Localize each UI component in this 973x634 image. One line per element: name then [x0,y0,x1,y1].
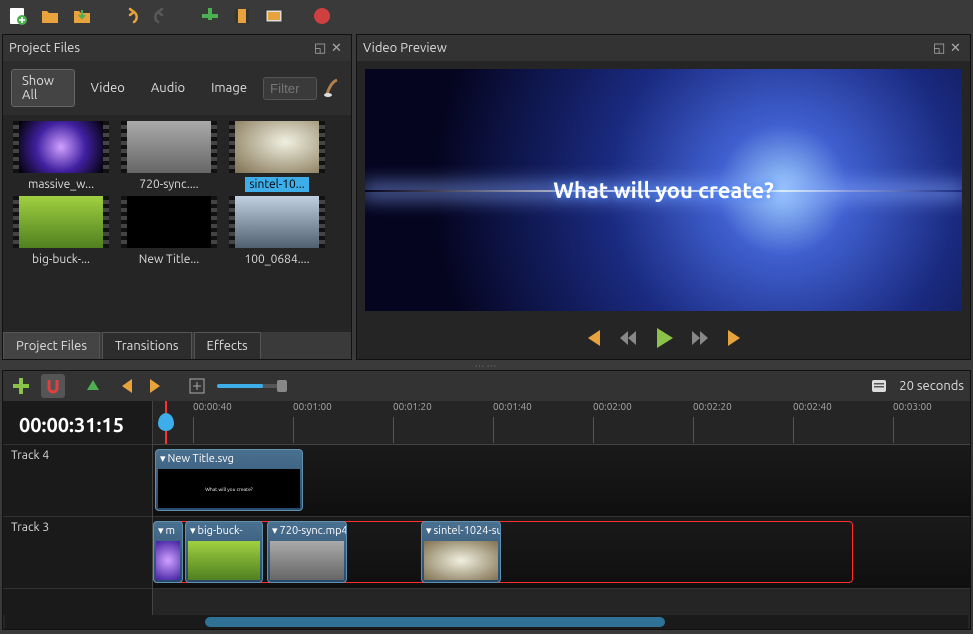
file-label: massive_w... [24,177,98,192]
project-files-titlebar: Project Files ◱ ✕ [3,35,351,61]
ruler-tick: 00:03:00 [893,401,970,412]
track-name: Track 3 [11,521,49,534]
ruler-tick: 00:02:00 [593,401,693,412]
filter-input[interactable] [263,77,317,100]
video-preview-panel: Video Preview ◱ ✕ What will you create? [356,34,971,360]
project-file-item[interactable]: massive_w... [9,121,113,192]
ruler-tick: 00:01:20 [393,401,493,412]
marker-icon[interactable] [81,374,105,398]
filter-audio[interactable]: Audio [141,77,195,99]
fast-forward-icon[interactable] [690,331,710,348]
filter-show-all[interactable]: Show All [11,69,75,107]
file-label: sintel-10... [245,177,308,192]
clear-filter-icon[interactable] [323,76,343,100]
track-name: Track 4 [11,449,49,462]
filmstrip-icon[interactable] [230,4,254,28]
timeline-clip[interactable]: ▾ big-buck- [185,521,263,583]
next-marker-icon[interactable] [145,374,169,398]
timeline-clip[interactable]: ▾ New Title.svgWhat will you create? [155,449,303,511]
timeline-track[interactable]: ▾ New Title.svgWhat will you create? [153,445,970,517]
close-icon[interactable]: ✕ [331,41,345,55]
export-icon[interactable] [310,4,334,28]
clip-title: ▾ m [154,522,182,539]
playhead[interactable] [165,401,167,444]
file-label: New Title... [135,252,203,267]
track-header[interactable]: Track 4 [3,445,152,517]
ruler-tick: 00:00:40 [193,401,293,412]
track-header[interactable]: Track 3 [3,517,152,589]
tab-effects[interactable]: Effects [194,332,261,359]
project-file-item[interactable]: 100_0684.... [225,196,329,267]
save-project-icon[interactable] [70,4,94,28]
zoom-menu-icon[interactable] [867,374,891,398]
video-preview-titlebar: Video Preview ◱ ✕ [357,35,970,61]
open-project-icon[interactable] [38,4,62,28]
fullscreen-icon[interactable] [262,4,286,28]
timecode: 00:00:31:15 [11,405,144,444]
redo-icon[interactable] [150,4,174,28]
clip-title: ▾ 720-sync.mp4 [268,522,346,539]
timeline-panel: 20 seconds 00:00:31:15 Track 4 Track 3 0… [2,370,971,630]
center-playhead-icon[interactable] [185,374,209,398]
project-file-item[interactable]: New Title... [117,196,221,267]
ruler-tick: 00:01:00 [293,401,393,412]
main-toolbar [0,0,973,32]
import-icon[interactable] [198,4,222,28]
zoom-label: 20 seconds [899,379,964,393]
horizontal-splitter[interactable] [0,362,973,370]
add-track-icon[interactable] [9,374,33,398]
file-label: 100_0684.... [240,252,313,267]
ruler-tick: 00:01:40 [493,401,593,412]
project-file-item[interactable]: big-buck-... [9,196,113,267]
project-file-item[interactable]: 720-sync.... [117,121,221,192]
project-files-grid: massive_w... 720-sync.... sintel-10... big-… [3,115,351,273]
zoom-slider[interactable] [217,384,287,388]
rewind-icon[interactable] [618,331,638,348]
ruler-tick: 00:02:20 [693,401,793,412]
filter-video[interactable]: Video [81,77,135,99]
preview-overlay-text: What will you create? [553,178,774,203]
snap-icon[interactable] [41,374,65,398]
project-file-item[interactable]: sintel-10... [225,121,329,192]
tab-transitions[interactable]: Transitions [102,332,192,359]
new-project-icon[interactable] [6,4,30,28]
timeline-toolbar: 20 seconds [3,371,970,401]
clip-title: ▾ sintel-1024-surround.mp4 [422,522,500,539]
undo-icon[interactable] [118,4,142,28]
timeline-scrollbar[interactable] [5,615,968,629]
jump-end-icon[interactable] [726,330,746,349]
playback-controls [357,319,970,359]
ruler-tick: 00:02:40 [793,401,893,412]
panel-title-text: Project Files [9,41,80,55]
left-panel-tabs: Project Files Transitions Effects [3,332,351,359]
timeline-clip[interactable]: ▾ 720-sync.mp4 [267,521,347,583]
project-files-panel: Project Files ◱ ✕ Show All Video Audio I… [2,34,352,360]
jump-start-icon[interactable] [582,330,602,349]
timeline-track[interactable]: ▾ m▾ big-buck- ▾ 720-sync.mp4 ▾ sintel-102… [153,517,970,589]
timeline-ruler[interactable]: 00:00:4000:01:0000:01:2000:01:4000:02:00… [153,401,970,445]
prev-marker-icon[interactable] [113,374,137,398]
tab-project-files[interactable]: Project Files [3,332,100,359]
file-label: 720-sync.... [135,177,202,192]
filter-row: Show All Video Audio Image [3,61,351,115]
detach-icon[interactable]: ◱ [933,41,947,55]
close-icon[interactable]: ✕ [950,41,964,55]
panel-title-text: Video Preview [363,41,447,55]
file-label: big-buck-... [28,252,94,267]
timeline-clip[interactable]: ▾ sintel-1024-surround.mp4 [421,521,501,583]
filter-image[interactable]: Image [201,77,257,99]
clip-title: ▾ New Title.svg [156,450,302,467]
clip-title: ▾ big-buck- [186,522,262,539]
play-icon[interactable] [654,328,674,351]
detach-icon[interactable]: ◱ [314,41,328,55]
timecode-cell: 00:00:31:15 [3,401,152,445]
timeline-clip[interactable]: ▾ m [153,521,183,583]
video-preview[interactable]: What will you create? [365,69,962,311]
